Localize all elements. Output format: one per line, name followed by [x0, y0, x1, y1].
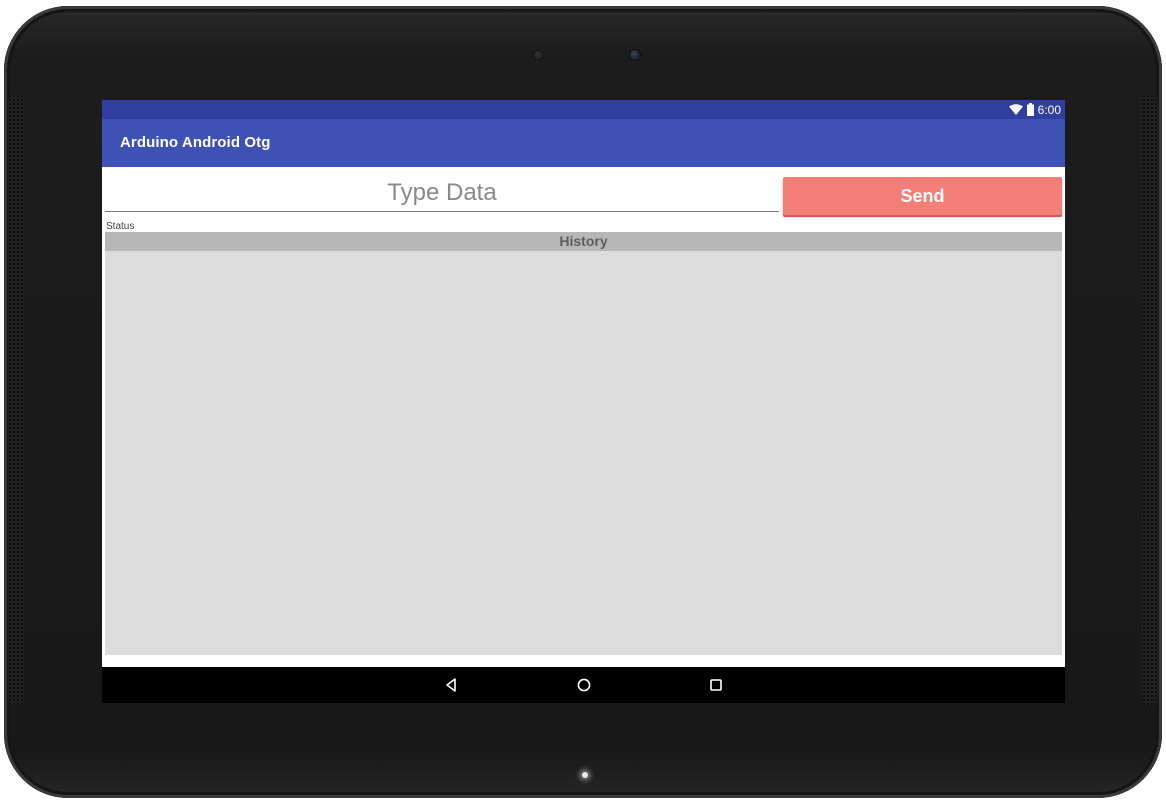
history-header: History	[105, 232, 1062, 251]
navigation-bar	[102, 667, 1065, 703]
wifi-icon	[1008, 104, 1023, 115]
battery-icon	[1026, 103, 1034, 116]
app-bar: Arduino Android Otg	[102, 119, 1065, 167]
sensor-dot	[534, 51, 542, 59]
device-screen: 6:00 Arduino Android Otg Send Status His…	[102, 100, 1065, 703]
status-icons: 6:00	[1008, 102, 1061, 117]
status-bar: 6:00	[102, 100, 1065, 119]
home-icon[interactable]	[575, 676, 593, 694]
left-speaker-grille	[8, 94, 24, 706]
status-label: Status	[106, 221, 135, 232]
right-speaker-grille	[1142, 94, 1158, 706]
send-button[interactable]: Send	[783, 177, 1062, 215]
history-list[interactable]: History	[105, 232, 1062, 655]
data-input-field[interactable]	[105, 175, 779, 212]
notification-led	[582, 772, 588, 778]
status-time: 6:00	[1037, 102, 1061, 117]
app-title: Arduino Android Otg	[120, 134, 271, 151]
back-icon[interactable]	[442, 676, 460, 694]
recents-icon[interactable]	[707, 676, 725, 694]
main-content: Send Status History	[102, 167, 1065, 667]
front-camera	[630, 50, 640, 60]
